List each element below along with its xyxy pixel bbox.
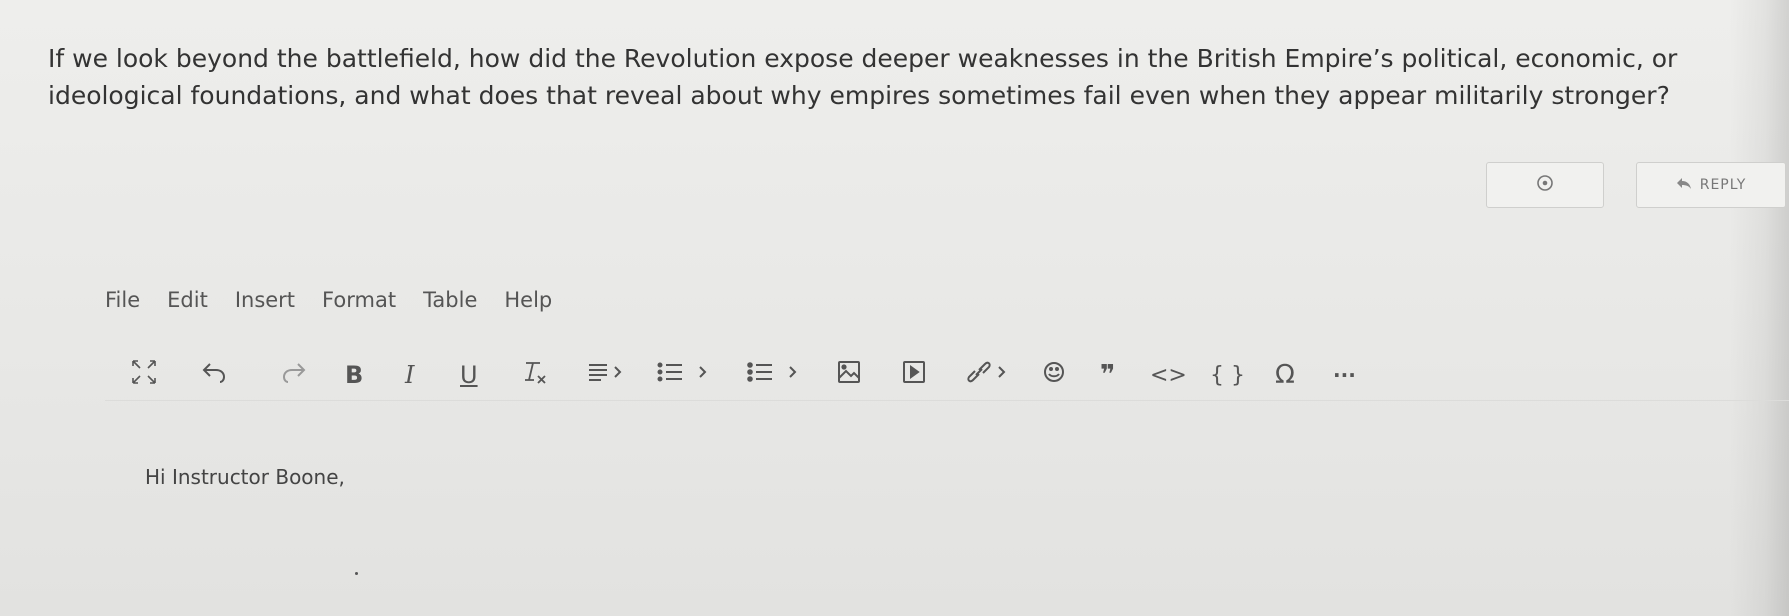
reply-label: REPLY: [1699, 177, 1747, 193]
ordered-list-dropdown[interactable]: [655, 350, 715, 400]
underline-button[interactable]: U: [460, 350, 478, 400]
ordered-list-icon: [655, 358, 715, 392]
insert-media-button[interactable]: [900, 350, 928, 400]
italic-button[interactable]: I: [405, 350, 414, 400]
eye-icon: [1535, 173, 1555, 197]
editor-menubar: File Edit Insert Format Table Help: [105, 288, 579, 318]
more-options-button[interactable]: ···: [1333, 350, 1356, 400]
redo-button[interactable]: [280, 350, 308, 400]
editor-toolbar: B I U ❞ <> {} Ω ···: [132, 350, 1705, 400]
clear-formatting-button[interactable]: [520, 350, 548, 400]
bold-button[interactable]: B: [345, 350, 363, 400]
insert-image-button[interactable]: [835, 350, 863, 400]
menu-file[interactable]: File: [105, 288, 140, 318]
rich-text-editor: File Edit Insert Format Table Help B I U: [105, 270, 1789, 616]
fullscreen-button[interactable]: [130, 350, 158, 400]
reply-button[interactable]: REPLY: [1636, 162, 1786, 208]
blockquote-button[interactable]: ❞: [1100, 350, 1115, 400]
menu-edit[interactable]: Edit: [167, 288, 208, 318]
view-button[interactable]: [1486, 162, 1604, 208]
link-dropdown[interactable]: [965, 350, 1013, 400]
menu-format[interactable]: Format: [322, 288, 396, 318]
emoji-icon: [1040, 358, 1068, 392]
toolbar-divider: [105, 400, 1789, 401]
discussion-question: If we look beyond the battlefield, how d…: [48, 44, 1678, 110]
special-characters-button[interactable]: Ω: [1275, 350, 1295, 400]
align-dropdown[interactable]: [585, 350, 629, 400]
editor-content[interactable]: Hi Instructor Boone,: [145, 465, 345, 489]
stray-dot: [355, 572, 358, 575]
redo-icon: [280, 358, 308, 392]
align-icon: [585, 358, 629, 392]
link-icon: [965, 358, 1013, 392]
menu-insert[interactable]: Insert: [235, 288, 295, 318]
undo-button[interactable]: [200, 350, 228, 400]
code-block-button[interactable]: { }: [1210, 350, 1245, 400]
reply-icon: [1676, 176, 1692, 194]
fullscreen-icon: [130, 358, 158, 392]
clear-formatting-icon: [520, 358, 548, 392]
menu-help[interactable]: Help: [504, 288, 552, 318]
inline-code-button[interactable]: <>: [1150, 350, 1187, 400]
media-icon: [900, 358, 928, 392]
emoji-button[interactable]: [1040, 350, 1068, 400]
bullet-list-icon: [745, 358, 805, 392]
bullet-list-dropdown[interactable]: [745, 350, 805, 400]
image-icon: [835, 358, 863, 392]
undo-icon: [200, 358, 228, 392]
menu-table[interactable]: Table: [423, 288, 477, 318]
